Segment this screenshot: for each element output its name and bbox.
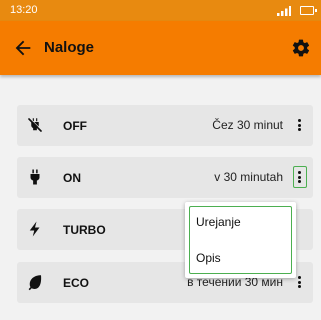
task-schedule: Čez 30 minut	[212, 118, 283, 132]
status-time: 13:20	[10, 4, 38, 16]
context-menu: Urejanje Opis	[185, 202, 296, 278]
app-bar: Naloge	[0, 21, 321, 75]
page-title: Naloge	[44, 39, 95, 56]
task-name: ECO	[63, 276, 90, 290]
plug-off-icon	[28, 117, 43, 132]
context-menu-list: Urejanje Opis	[189, 206, 292, 274]
task-name: ON	[63, 171, 81, 185]
signal-icon	[277, 6, 291, 16]
status-bar: 13:20	[0, 0, 321, 21]
menu-item-description[interactable]: Opis	[196, 251, 221, 265]
more-options-icon[interactable]	[293, 114, 307, 136]
lightning-icon	[29, 221, 40, 237]
menu-item-edit[interactable]: Urejanje	[196, 215, 241, 229]
leaf-icon	[28, 275, 42, 291]
task-row-on[interactable]: ON v 30 minutah	[17, 157, 313, 198]
back-arrow-icon[interactable]	[12, 37, 34, 59]
gear-icon[interactable]	[291, 38, 311, 58]
task-name: OFF	[63, 119, 87, 133]
task-schedule: v 30 minutah	[214, 170, 283, 184]
more-options-icon[interactable]	[293, 166, 307, 188]
task-row-off[interactable]: OFF Čez 30 minut	[17, 105, 313, 146]
battery-icon	[300, 6, 317, 15]
task-name: TURBO	[63, 223, 106, 237]
plug-icon	[30, 169, 40, 185]
